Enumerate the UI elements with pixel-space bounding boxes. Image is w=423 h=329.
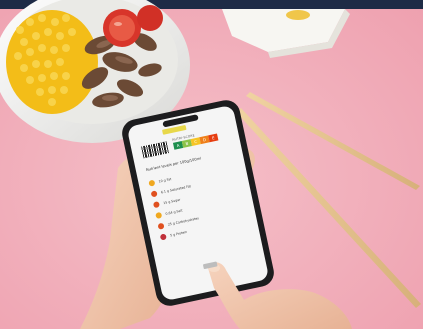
level-dot xyxy=(148,179,156,187)
nutrient-label: 15 g Sugar xyxy=(162,197,181,205)
level-dot xyxy=(157,222,165,230)
nutrient-label: 5 g Protein xyxy=(169,229,188,237)
level-dot xyxy=(150,189,158,197)
level-dot xyxy=(159,232,167,241)
level-dot xyxy=(152,200,160,208)
nutrient-list: 10 g Fat 6.1 g Saturated Fat 15 g Sugar … xyxy=(148,159,250,242)
nutri-grade-e: E xyxy=(208,133,219,143)
nutrient-label: 0.64 g Salt xyxy=(165,207,183,216)
barcode-icon xyxy=(141,141,169,159)
screen-header-badge xyxy=(162,124,187,135)
scan-button[interactable] xyxy=(202,261,218,270)
nutri-score: NUTRI-SCORE A B C D E xyxy=(172,128,220,151)
level-dot xyxy=(155,211,163,219)
photo-scene: NUTRI-SCORE A B C D E Nutrient levels pe… xyxy=(0,0,423,329)
nutrient-label: 10 g Fat xyxy=(158,176,172,184)
